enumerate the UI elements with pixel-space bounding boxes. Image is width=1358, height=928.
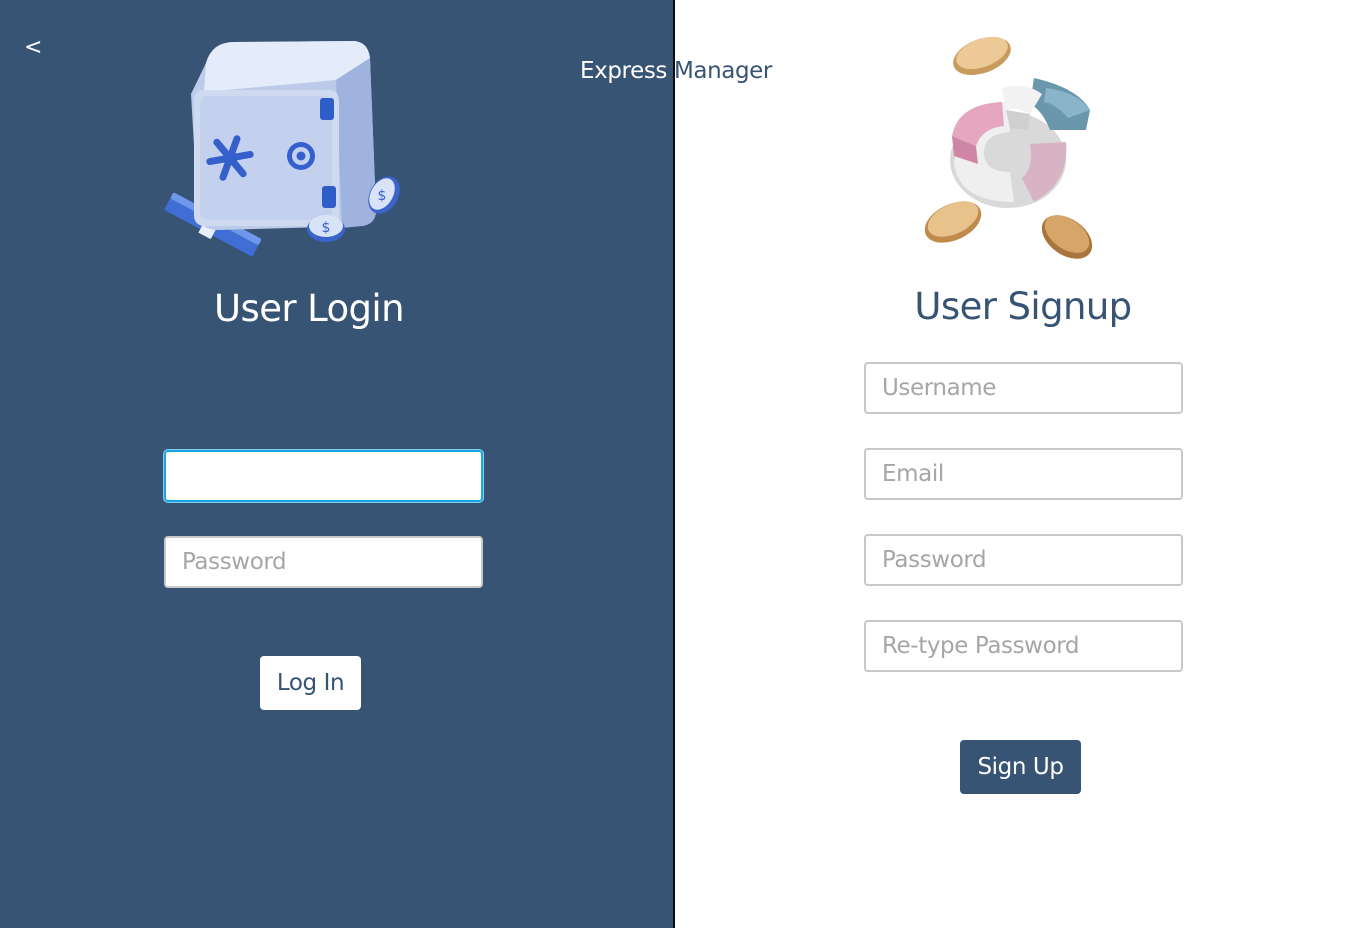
login-button[interactable]: Log In [260,656,361,710]
login-password-input[interactable] [164,536,483,588]
safe-icon: $ $ [164,41,400,257]
signup-title: User Signup [914,285,1132,328]
login-title: User Login [214,287,405,330]
svg-text:$: $ [322,220,331,236]
signup-email-input[interactable] [864,448,1183,500]
signup-password-input[interactable] [864,534,1183,586]
signup-retype-password-input[interactable] [864,620,1183,672]
app-brand: Express Manager [580,56,772,86]
auth-page: < Express Manager $ $ User Login User Si… [0,0,1358,928]
signup-button[interactable]: Sign Up [960,740,1081,794]
svg-text:$: $ [378,188,387,204]
pie-chart-coins-icon [924,36,1093,259]
signup-username-input[interactable] [864,362,1183,414]
brand-word-1: Express [580,58,668,84]
login-username-input[interactable] [164,450,483,502]
brand-word-2: Manager [673,58,772,84]
back-button[interactable]: < [24,34,42,62]
